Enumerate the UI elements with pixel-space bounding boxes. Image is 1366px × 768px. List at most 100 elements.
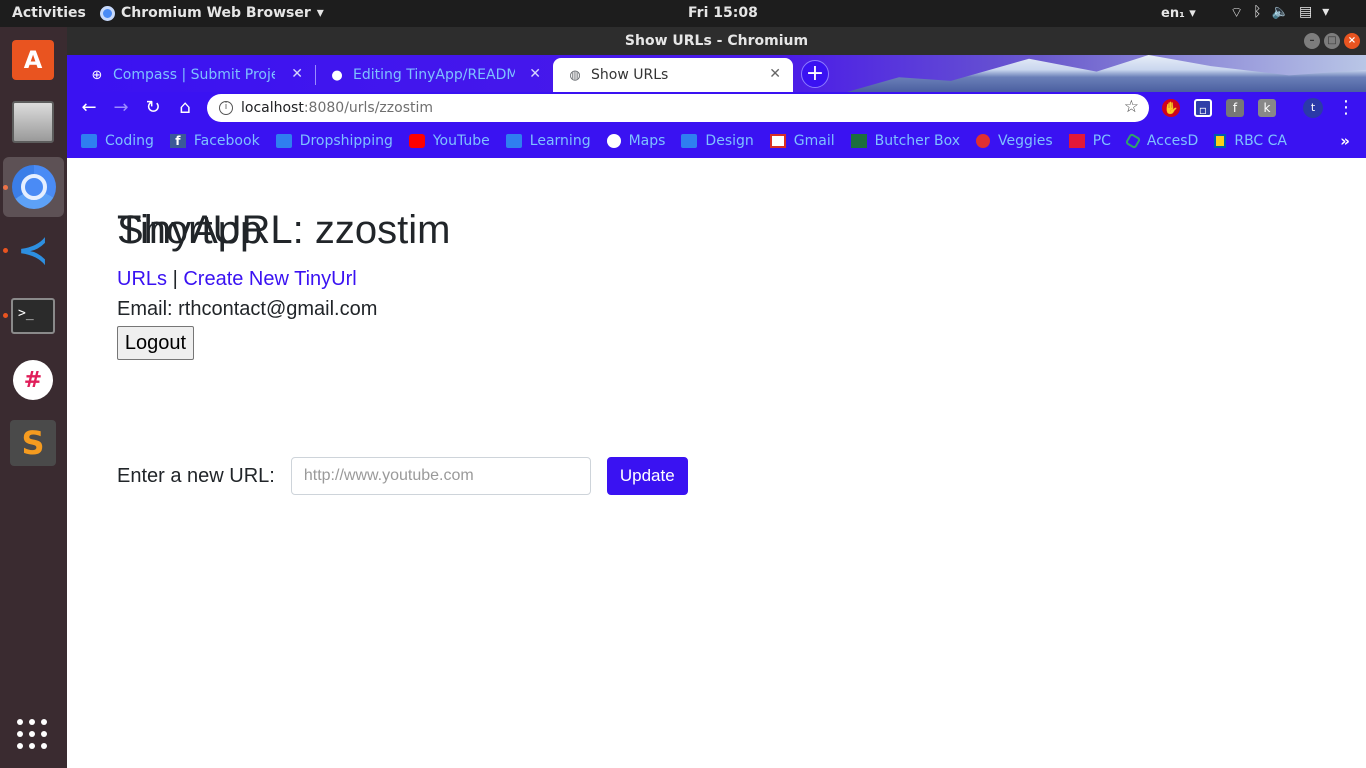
short-url-heading: ShortURL: zzostim [117, 208, 451, 252]
new-url-label: Enter a new URL: [117, 464, 275, 487]
terminal-icon: >_ [11, 298, 55, 334]
app-menu-label: Chromium Web Browser [121, 5, 311, 21]
bookmark-label: PC [1092, 133, 1111, 149]
bookmark-maps[interactable]: Maps [606, 133, 666, 149]
bookmark-facebook[interactable]: f Facebook [169, 133, 260, 149]
bookmark-veggies[interactable]: Veggies [976, 133, 1053, 149]
user-email: Email: rthcontact@gmail.com [117, 298, 377, 321]
tab-compass[interactable]: ⊕ Compass | Submit Project ✕ [75, 58, 315, 92]
tab-title: Compass | Submit Project [113, 67, 275, 83]
clipboard-icon: ▤ [1299, 4, 1313, 20]
running-indicator [3, 313, 8, 318]
tab-title: Show URLs [591, 67, 669, 83]
update-button[interactable]: Update [606, 457, 688, 495]
github-icon: ● [331, 67, 343, 83]
bookmark-label: Dropshipping [299, 133, 393, 149]
back-icon[interactable]: ← [77, 96, 101, 120]
bookmark-pc[interactable]: PC [1068, 133, 1111, 149]
language-label: en₁ [1161, 6, 1185, 21]
volume-icon: 🔈 [1271, 4, 1290, 20]
adblock-extension-icon[interactable]: ✋ [1162, 99, 1180, 117]
bookmark-label: Facebook [193, 133, 260, 149]
bluetooth-icon: ᛒ [1253, 4, 1262, 20]
window-titlebar[interactable]: Show URLs - Chromium – □ × [67, 27, 1366, 55]
close-icon[interactable]: ✕ [291, 66, 303, 82]
bookmark-coding[interactable]: Coding [81, 133, 154, 149]
app-menu[interactable]: Chromium Web Browser ▾ [100, 5, 324, 21]
clock[interactable]: Fri 15:08 [688, 5, 758, 21]
bookmark-gmail[interactable]: Gmail [769, 133, 835, 149]
globe-icon: ◍ [569, 67, 581, 83]
email-value: rthcontact@gmail.com [178, 298, 378, 320]
slack-launcher[interactable]: # [10, 357, 56, 403]
chevron-down-icon: ▾ [1322, 4, 1330, 20]
show-applications-icon[interactable] [17, 719, 49, 751]
urls-link[interactable]: URLs [117, 268, 167, 290]
bookmark-label: Gmail [793, 133, 835, 149]
system-tray[interactable]: ⌔ ᛒ 🔈 ▤ ▾ [1230, 4, 1329, 22]
bookmark-label: Maps [628, 133, 666, 149]
butcherbox-icon [850, 134, 867, 148]
maximize-button[interactable]: □ [1324, 33, 1340, 49]
bookmark-accesd[interactable]: AccesD [1124, 132, 1198, 150]
logout-button[interactable]: Logout [117, 326, 194, 360]
close-window-button[interactable]: × [1344, 33, 1360, 49]
vscode-launcher[interactable]: ≺ [10, 227, 56, 273]
sublime-launcher[interactable]: S [10, 420, 56, 466]
menu-kebab-icon[interactable]: ⋮ [1337, 97, 1355, 118]
wifi-icon: ⌔ [1230, 5, 1244, 21]
address-bar[interactable]: i localhost:8080/urls/zzostim ☆ [207, 94, 1149, 122]
bookmark-label: Butcher Box [874, 133, 961, 149]
chromium-window: Show URLs - Chromium – □ × ⊕ Compass | S… [67, 27, 1366, 768]
theme-background-image [847, 55, 1366, 92]
page-nav: URLs | Create New TinyUrl [117, 268, 357, 291]
bookmark-label: Veggies [998, 133, 1053, 149]
facebook-icon: f [169, 134, 186, 148]
chromium-icon [11, 165, 56, 209]
accesd-icon [1124, 132, 1142, 150]
url-host: localhost [241, 100, 304, 116]
pc-icon [1068, 134, 1085, 148]
tab-strip: ⊕ Compass | Submit Project ✕ ● Editing T… [67, 55, 1366, 92]
chromium-launcher[interactable] [3, 157, 64, 217]
extension-icon[interactable]: k [1258, 99, 1276, 117]
tomato-icon [976, 134, 991, 148]
bookmark-star-icon[interactable]: ☆ [1124, 97, 1139, 117]
nav-separator: | [172, 268, 178, 290]
tab-github-editing[interactable]: ● Editing TinyApp/README ✕ [315, 58, 553, 92]
bookmark-youtube[interactable]: YouTube [408, 133, 490, 149]
files-launcher[interactable] [10, 99, 56, 145]
bookmark-dropshipping[interactable]: Dropshipping [275, 133, 393, 149]
bookmark-label: RBC CA [1234, 133, 1288, 149]
new-tab-button[interactable]: + [801, 60, 829, 88]
reload-icon[interactable]: ↻ [141, 96, 165, 120]
home-icon[interactable]: ⌂ [173, 96, 197, 120]
software-center-launcher[interactable]: A [10, 37, 56, 83]
language-indicator[interactable]: en₁ ▾ [1161, 6, 1196, 21]
site-info-icon[interactable]: i [219, 101, 233, 115]
bookmarks-overflow-icon[interactable]: » [1340, 132, 1350, 150]
close-icon[interactable]: ✕ [769, 66, 781, 82]
profile-avatar[interactable]: t [1303, 98, 1323, 118]
chevron-down-icon: ▾ [316, 5, 324, 21]
create-new-tinyurl-link[interactable]: Create New TinyUrl [183, 268, 356, 290]
files-icon [12, 101, 54, 143]
extension-icon[interactable]: ▫ [1194, 99, 1212, 117]
tab-show-urls[interactable]: ◍ Show URLs ✕ [553, 58, 793, 92]
vscode-icon: ≺ [17, 228, 49, 272]
close-icon[interactable]: ✕ [529, 66, 541, 82]
activities-button[interactable]: Activities [12, 5, 86, 21]
bookmark-design[interactable]: Design [681, 133, 754, 149]
compass-icon: ⊕ [91, 67, 103, 83]
bookmark-rbc-ca[interactable]: RBC CA [1214, 133, 1287, 149]
terminal-launcher[interactable]: >_ [10, 293, 56, 339]
bookmark-label: Coding [105, 133, 154, 149]
gmail-icon [769, 134, 786, 148]
facebook-extension-icon[interactable]: f [1226, 99, 1244, 117]
new-url-input[interactable] [290, 457, 591, 495]
minimize-button[interactable]: – [1304, 33, 1320, 49]
bookmark-butcher-box[interactable]: Butcher Box [850, 133, 961, 149]
forward-icon[interactable]: → [109, 96, 133, 120]
bookmark-learning[interactable]: Learning [505, 133, 591, 149]
update-url-form: Enter a new URL: Update [117, 457, 688, 495]
